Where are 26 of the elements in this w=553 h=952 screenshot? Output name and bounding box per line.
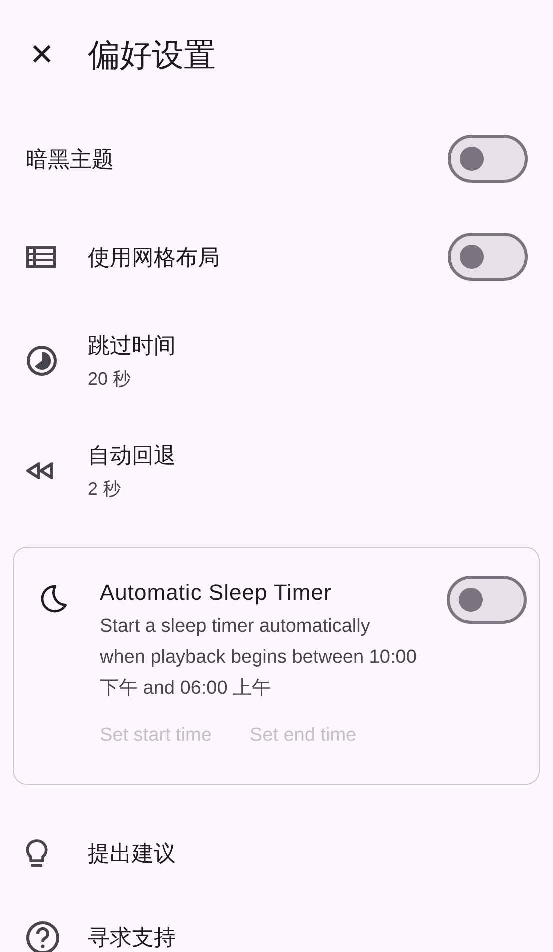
card-description: Start a sleep timer automatically when playback begins between 10:00 下午 and 06:00 上午 [100,615,418,701]
toggle-switch[interactable] [448,135,528,183]
rewind-icon [26,462,54,480]
setting-row[interactable]: 使用网格布局 [0,208,553,306]
setting-row[interactable]: 自动回退 2 秒 [0,416,553,526]
lightbulb-icon [26,839,48,869]
toggle-switch[interactable] [447,576,527,624]
setting-title: 自动回退 [88,442,177,470]
setting-value: 20 秒 [88,368,132,391]
help-icon [26,921,60,952]
setting-row[interactable]: 暗黑主题 [0,110,553,208]
setting-title: 使用网格布局 [88,244,221,272]
timer-icon [26,345,58,377]
setting-value: 2 秒 [88,478,122,501]
page-title: 偏好设置 [88,36,216,75]
setting-row[interactable]: 跳过时间 20 秒 [0,306,553,416]
menu-item-label: 提出建议 [88,843,176,865]
toggle-switch[interactable] [448,233,528,281]
menu-item[interactable]: 提出建议 [0,812,553,896]
list-icon [26,246,56,268]
close-button[interactable]: ✕ [18,31,66,79]
card-title: Automatic Sleep Timer [100,579,333,607]
menu-item[interactable]: 寻求支持 [0,896,553,952]
setting-title: 暗黑主题 [26,146,115,174]
setting-title: 跳过时间 [88,332,177,360]
menu-item-label: 寻求支持 [88,927,176,949]
